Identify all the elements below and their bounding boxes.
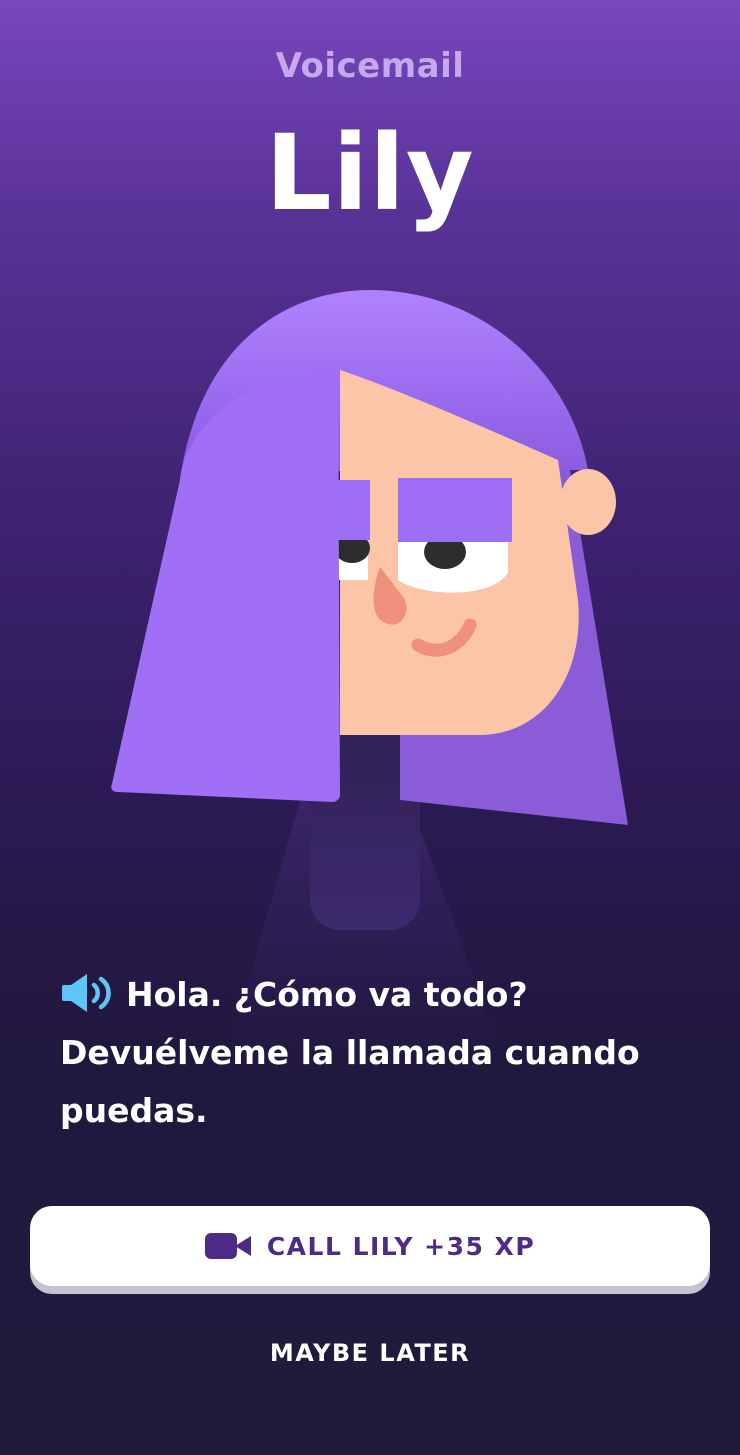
caller-name: Lily: [265, 112, 475, 234]
call-button-label: CALL LILY +35 XP: [266, 1231, 536, 1261]
voicemail-label: Voicemail: [275, 46, 465, 86]
voicemail-screen: Voicemail Lily Hola. ¿Cómo va todo? Devu…: [0, 0, 740, 1455]
maybe-later-button[interactable]: MAYBE LATER: [220, 1330, 520, 1376]
voicemail-message: Hola. ¿Cómo va todo? Devuélveme la llama…: [60, 966, 700, 1140]
video-camera-icon: [204, 1233, 251, 1259]
speaker-icon[interactable]: [60, 972, 116, 1014]
call-lily-button[interactable]: CALL LILY +35 XP: [30, 1206, 710, 1286]
message-text: Hola. ¿Cómo va todo? Devuélveme la llama…: [60, 975, 640, 1130]
